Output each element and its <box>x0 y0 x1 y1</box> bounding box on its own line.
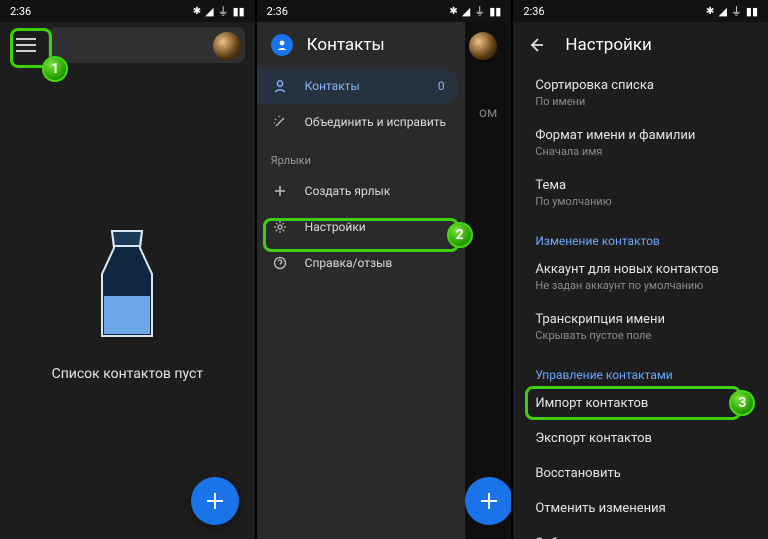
avatar[interactable] <box>213 32 241 60</box>
empty-state: Список контактов пуст <box>0 68 255 539</box>
setting-title: Восстановить <box>535 466 750 481</box>
empty-state-text: Список контактов пуст <box>52 366 204 382</box>
drawer-item-label: Объединить и исправить <box>305 115 446 129</box>
setting-title: Аккаунт для новых контактов <box>535 262 750 277</box>
drawer-item-merge[interactable]: Объединить и исправить <box>257 104 465 140</box>
signal-icon: ◢ <box>462 5 470 18</box>
bluetooth-icon: ✱ <box>449 6 457 17</box>
settings-list[interactable]: Сортировка списка По имени Формат имени … <box>513 68 768 539</box>
setting-sub: Сначала имя <box>535 145 750 158</box>
status-bar: 2:36 ✱ ◢ ⏚ ▮▮ <box>0 0 255 22</box>
setting-sub: Не задан аккаунт по умолчанию <box>535 279 750 292</box>
settings-row-restore[interactable]: Восстановить <box>513 456 768 491</box>
settings-section-manage: Управление контактами <box>513 352 768 386</box>
nav-drawer: Контакты Контакты 0 Объединить и исправи… <box>257 22 465 539</box>
topbar <box>0 22 255 68</box>
settings-row-export[interactable]: Экспорт контактов <box>513 421 768 456</box>
status-bar: 2:36 ✱ ◢ ⏚ ▮▮ <box>513 0 768 22</box>
settings-section-edit: Изменение контактов <box>513 218 768 252</box>
contacts-count: 0 <box>438 79 445 93</box>
wifi-icon: ⏚ <box>474 3 485 19</box>
bluetooth-icon: ✱ <box>193 6 201 17</box>
drawer-item-help[interactable]: Справка/отзыв <box>257 245 465 281</box>
step-badge-2: 2 <box>447 222 473 248</box>
drawer-section-labels: Ярлыки <box>257 140 465 173</box>
battery-icon: ▮▮ <box>746 5 758 18</box>
settings-row-theme[interactable]: Тема По умолчанию <box>513 168 768 218</box>
status-time: 2:36 <box>267 5 288 18</box>
setting-title: Тема <box>535 178 750 193</box>
setting-title: Экспорт контактов <box>535 431 750 446</box>
setting-sub: Скрывать пустое поле <box>535 329 750 342</box>
setting-title: Сортировка списка <box>535 78 750 93</box>
help-icon <box>271 256 289 270</box>
person-icon <box>271 79 289 93</box>
phone-screen-1: 2:36 ✱ ◢ ⏚ ▮▮ 1 Список контактов пуст <box>0 0 255 539</box>
fab-add-contact[interactable] <box>465 477 511 525</box>
settings-title: Настройки <box>565 35 652 55</box>
drawer-header: Контакты <box>257 22 465 68</box>
hamburger-menu-icon[interactable] <box>10 29 42 61</box>
battery-icon: ▮▮ <box>489 5 501 18</box>
setting-sub: По имени <box>535 95 750 108</box>
wand-icon <box>271 115 289 129</box>
settings-row-undo[interactable]: Отменить изменения <box>513 491 768 526</box>
bg-partial-text: ом <box>479 105 497 121</box>
empty-jar-icon <box>82 226 172 346</box>
settings-row-blocked[interactable]: Заблокированные номера <box>513 526 768 539</box>
drawer-item-label: Контакты <box>305 79 360 93</box>
settings-row-nameformat[interactable]: Формат имени и фамилии Сначала имя <box>513 118 768 168</box>
setting-title: Транскрипция имени <box>535 312 750 327</box>
drawer-item-label: Создать ярлык <box>305 184 391 198</box>
drawer-item-settings[interactable]: Настройки <box>257 209 465 245</box>
status-time: 2:36 <box>10 5 31 18</box>
setting-title: Импорт контактов <box>535 396 750 411</box>
plus-icon <box>271 184 289 198</box>
signal-icon: ◢ <box>205 5 213 18</box>
drawer-item-contacts[interactable]: Контакты 0 <box>257 68 459 104</box>
contacts-app-icon <box>271 34 293 56</box>
status-time: 2:36 <box>523 5 544 18</box>
wifi-icon: ⏚ <box>218 3 229 19</box>
settings-row-sort[interactable]: Сортировка списка По имени <box>513 68 768 118</box>
drawer-title: Контакты <box>307 35 385 55</box>
gear-icon <box>271 220 289 234</box>
phone-screen-3: 2:36 ✱ ◢ ⏚ ▮▮ Настройки Сортировка списк… <box>513 0 768 539</box>
drawer-item-label: Справка/отзыв <box>305 256 393 270</box>
setting-title: Отменить изменения <box>535 501 750 516</box>
wifi-icon: ⏚ <box>731 3 742 19</box>
settings-row-transcription[interactable]: Транскрипция имени Скрывать пустое поле <box>513 302 768 352</box>
drawer-item-label: Настройки <box>305 220 366 234</box>
step-badge-1: 1 <box>42 56 68 82</box>
setting-title: Формат имени и фамилии <box>535 128 750 143</box>
signal-icon: ◢ <box>718 5 726 18</box>
status-bar: 2:36 ✱ ◢ ⏚ ▮▮ <box>257 0 512 22</box>
setting-sub: По умолчанию <box>535 195 750 208</box>
phone-screen-2: 2:36 ✱ ◢ ⏚ ▮▮ ом Контакты Контакты 0 <box>257 0 512 539</box>
bluetooth-icon: ✱ <box>706 6 714 17</box>
fab-add-contact[interactable] <box>191 477 239 525</box>
battery-icon: ▮▮ <box>233 5 245 18</box>
drawer-item-create-label[interactable]: Создать ярлык <box>257 173 465 209</box>
settings-topbar: Настройки <box>513 22 768 68</box>
back-arrow-icon[interactable] <box>527 36 547 54</box>
settings-row-default-account[interactable]: Аккаунт для новых контактов Не задан акк… <box>513 252 768 302</box>
